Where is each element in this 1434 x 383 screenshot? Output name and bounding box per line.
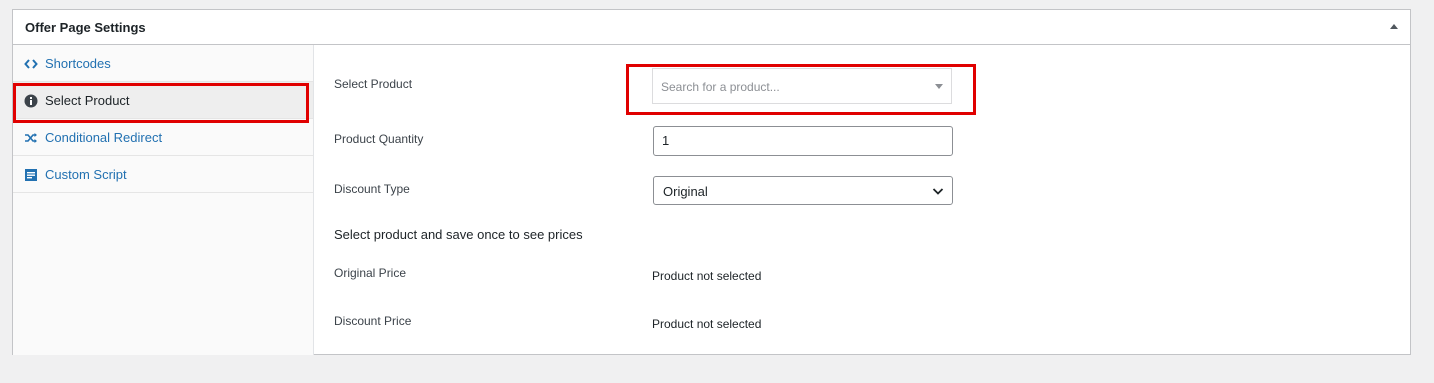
tab-label: Conditional Redirect <box>45 130 163 145</box>
select-product-label: Select Product <box>334 77 413 91</box>
panel-header[interactable]: Offer Page Settings <box>13 10 1410 45</box>
original-price-value: Product not selected <box>652 269 762 283</box>
shuffle-icon <box>24 131 38 145</box>
product-search-placeholder: Search for a product... <box>661 80 780 94</box>
discount-price-label: Discount Price <box>334 314 412 328</box>
settings-sidebar: Shortcodes Select Product Conditional Re… <box>13 45 314 355</box>
tab-custom-script[interactable]: Custom Script <box>13 156 313 193</box>
discount-type-select[interactable]: Original <box>653 176 953 205</box>
tab-label: Select Product <box>45 93 130 108</box>
save-notice-text: Select product and save once to see pric… <box>334 227 583 242</box>
panel-title: Offer Page Settings <box>25 20 146 35</box>
tab-shortcodes[interactable]: Shortcodes <box>13 45 313 82</box>
collapse-toggle-icon[interactable] <box>1390 24 1398 29</box>
product-quantity-label: Product Quantity <box>334 132 424 146</box>
tab-label: Custom Script <box>45 167 127 182</box>
original-price-label: Original Price <box>334 266 407 280</box>
tab-label: Shortcodes <box>45 56 111 71</box>
script-icon <box>24 168 38 182</box>
tab-conditional-redirect[interactable]: Conditional Redirect <box>13 119 313 156</box>
chevron-down-icon <box>932 185 944 200</box>
info-icon <box>24 94 38 108</box>
offer-page-settings-panel: Offer Page Settings Shortcodes Select Pr… <box>12 9 1411 355</box>
product-quantity-input[interactable]: 1 <box>653 126 953 156</box>
discount-type-value: Original <box>663 184 708 199</box>
tab-select-product[interactable]: Select Product <box>13 82 313 119</box>
discount-type-label: Discount Type <box>334 182 410 196</box>
discount-price-value: Product not selected <box>652 317 762 331</box>
dropdown-caret-icon <box>935 84 943 89</box>
code-icon <box>24 57 38 71</box>
product-search-select[interactable]: Search for a product... <box>652 68 952 104</box>
